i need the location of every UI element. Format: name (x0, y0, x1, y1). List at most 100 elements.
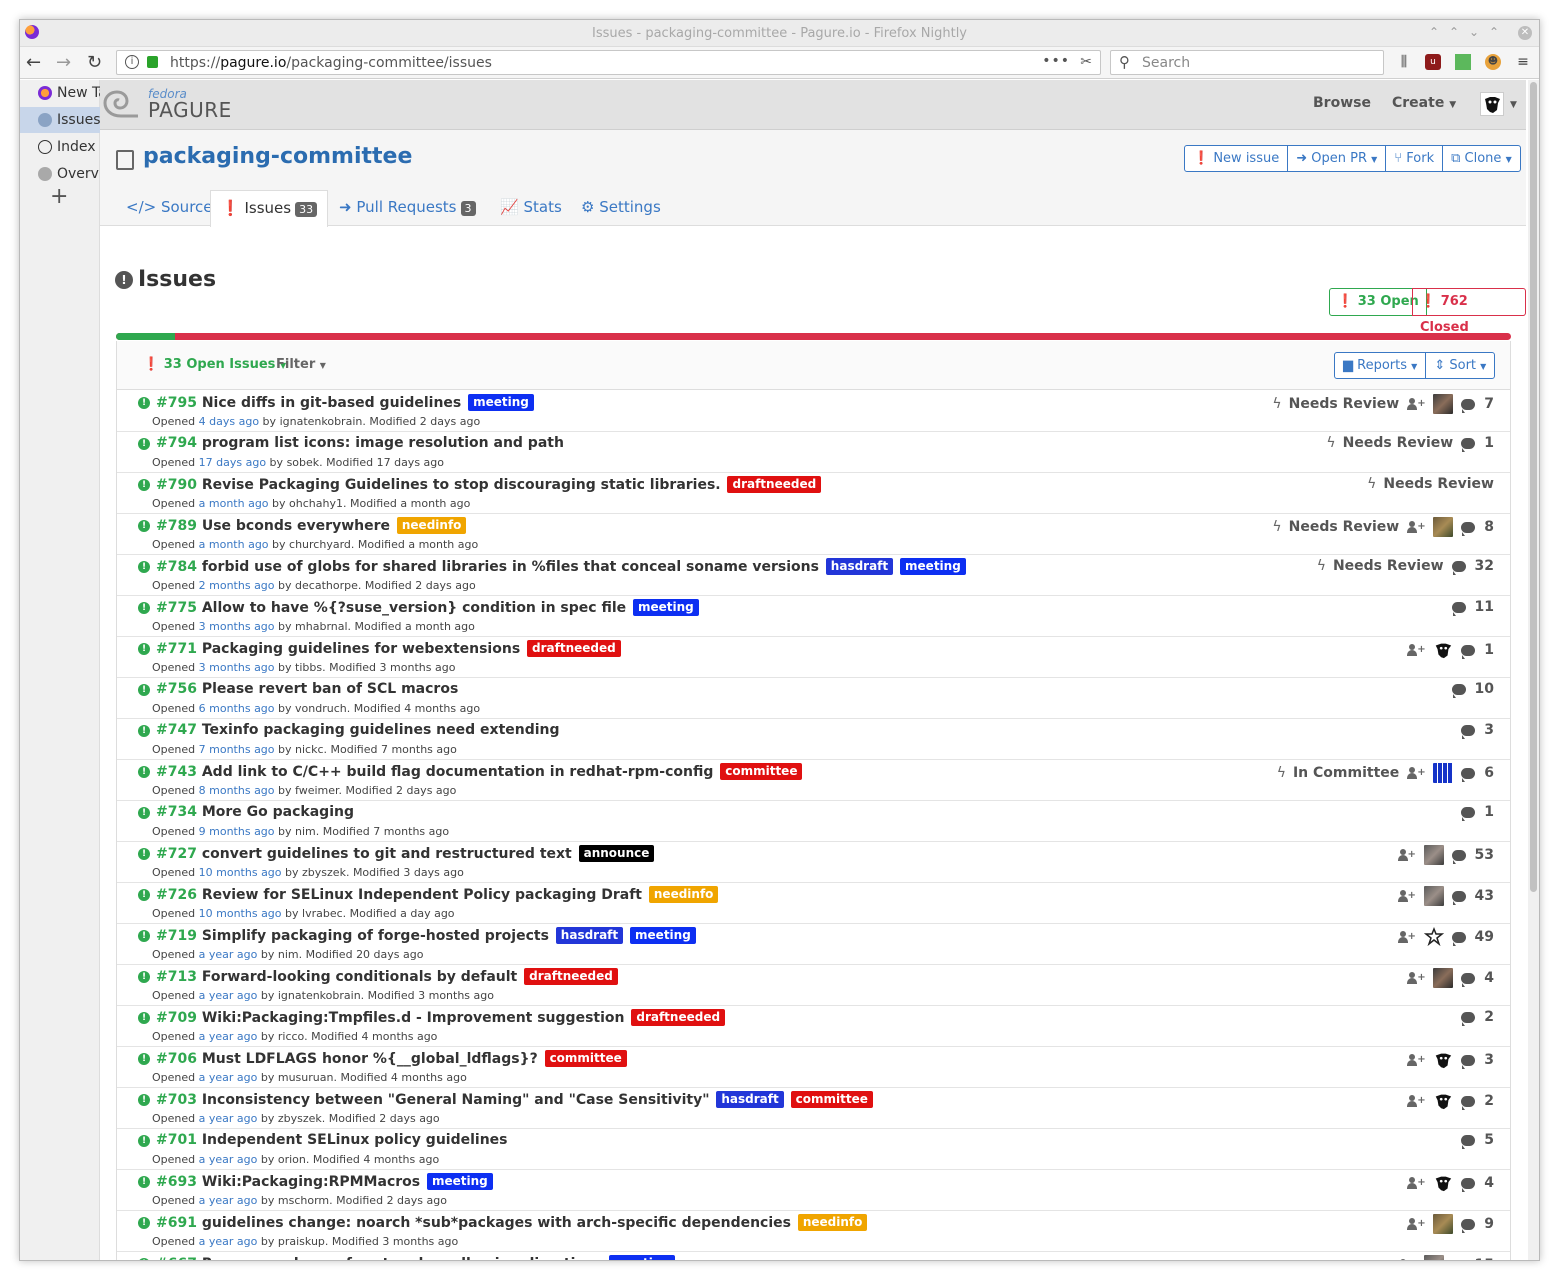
issue-tag[interactable]: draftneeded (524, 968, 618, 985)
back-icon[interactable]: ← (26, 52, 41, 73)
issue-number[interactable]: #771 (156, 641, 197, 657)
filter-dropdown[interactable]: Filter ▼ (276, 357, 326, 372)
tab-pull-requests[interactable]: ➜ Pull Requests 3 (339, 190, 476, 227)
assignee-avatar[interactable] (1433, 1091, 1453, 1111)
user-avatar[interactable] (1480, 92, 1504, 116)
issue-tag[interactable]: hasdraft (555, 927, 624, 944)
assignee-avatar[interactable] (1433, 763, 1454, 783)
assignee-avatar[interactable] (1423, 926, 1444, 947)
issue-title[interactable]: Add link to C/C++ build flag documentati… (202, 764, 714, 780)
issue-number[interactable]: #691 (156, 1215, 197, 1231)
issue-row[interactable]: ! #709 Wiki:Packaging:Tmpfiles.d - Improv… (117, 1006, 1510, 1047)
extension-icon[interactable] (1455, 54, 1471, 70)
repo-name[interactable]: packaging-committee (143, 144, 412, 169)
nav-browse[interactable]: Browse (1313, 95, 1371, 111)
assignee-avatar[interactable] (1433, 640, 1453, 660)
issue-tag[interactable]: meeting (900, 558, 966, 575)
issue-title[interactable]: Nice diffs in git-based guidelines (202, 395, 461, 411)
issue-title[interactable]: Wiki:Packaging:Tmpfiles.d - Improvement … (202, 1010, 625, 1026)
page-scrollbar[interactable] (1528, 80, 1539, 1260)
issue-row[interactable]: ! #706 Must LDFLAGS honor %{__global_ldfl… (117, 1047, 1510, 1088)
opened-ago[interactable]: a year ago (199, 1153, 258, 1166)
issue-tag[interactable]: meeting (426, 1173, 493, 1190)
issue-row[interactable]: ! #743 Add link to C/C++ build flag docum… (117, 760, 1510, 801)
menu-icon[interactable]: ≡ (1515, 54, 1531, 70)
issue-title[interactable]: guidelines change: noarch *sub*packages … (202, 1215, 791, 1231)
forward-icon[interactable]: → (56, 52, 71, 73)
issue-title[interactable]: convert guidelines to git and restructur… (202, 846, 572, 862)
issue-title[interactable]: Review for SELinux Independent Policy pa… (202, 887, 642, 903)
issue-tag[interactable]: hasdraft (716, 1091, 784, 1108)
screenshot-icon[interactable]: ✂ (1080, 54, 1092, 70)
issue-title[interactable]: Use bconds everywhere (202, 518, 390, 534)
lock-icon[interactable] (147, 56, 158, 68)
issue-row[interactable]: ! #693 Wiki:Packaging:RPMMacros meeting Op… (117, 1170, 1510, 1211)
tab-stats[interactable]: 📈 Stats (500, 190, 562, 227)
issue-tag[interactable]: committee (790, 1091, 873, 1108)
issue-tag[interactable]: meeting (609, 1255, 675, 1260)
opened-ago[interactable]: 9 months ago (199, 825, 275, 838)
issue-tag[interactable]: draftneeded (631, 1009, 726, 1026)
info-icon[interactable]: i (125, 55, 139, 69)
opened-ago[interactable]: a year ago (199, 1071, 258, 1084)
issue-title[interactable]: Inconsistency between "General Naming" a… (202, 1092, 710, 1108)
opened-ago[interactable]: 6 months ago (199, 702, 275, 715)
assignee-avatar[interactable] (1423, 845, 1444, 865)
opened-ago[interactable]: 10 months ago (199, 866, 282, 879)
clone-button[interactable]: ⧉ Clone ▼ (1443, 146, 1520, 171)
sidebar-tab-new[interactable]: New Tab (20, 80, 100, 106)
opened-ago[interactable]: 4 days ago (199, 415, 259, 428)
issue-title[interactable]: Simplify packaging of forge-hosted proje… (202, 928, 549, 944)
issue-number[interactable]: #701 (156, 1132, 197, 1148)
open-pr-button[interactable]: ➜ Open PR ▼ (1288, 146, 1387, 171)
issue-number[interactable]: #706 (156, 1051, 197, 1067)
reports-button[interactable]: ▆ Reports ▼ (1335, 353, 1427, 378)
issue-row[interactable]: ! #734 More Go packaging Opened 9 months a… (117, 801, 1510, 842)
close-window-icon[interactable]: ✕ (1518, 26, 1532, 40)
opened-ago[interactable]: 10 months ago (199, 907, 282, 920)
issue-tag[interactable]: hasdraft (825, 558, 894, 575)
issue-tag[interactable]: meeting (468, 394, 534, 411)
issue-row[interactable]: ! #713 Forward-looking conditionals by de… (117, 965, 1510, 1006)
search-box[interactable]: ⚲ Search (1110, 50, 1384, 75)
issue-row[interactable]: ! #703 Inconsistency between "General Nam… (117, 1088, 1510, 1129)
issue-tag[interactable]: committee (720, 763, 803, 780)
issue-tag[interactable]: committee (544, 1050, 627, 1067)
page-actions-icon[interactable]: ••• (1042, 53, 1070, 69)
scrollbar-thumb[interactable] (1530, 82, 1537, 892)
opened-ago[interactable]: 3 months ago (199, 620, 275, 633)
opened-ago[interactable]: 8 months ago (199, 784, 275, 797)
opened-ago[interactable]: a year ago (199, 989, 258, 1002)
issue-number[interactable]: #795 (156, 395, 197, 411)
sidebar-tab-index[interactable]: Index (20, 134, 100, 160)
sidebar-tab-issues[interactable]: Issues (20, 107, 100, 133)
issue-row[interactable]: ! #789 Use bconds everywhere needinfo Open… (117, 514, 1510, 555)
issue-tag[interactable]: needinfo (396, 517, 467, 534)
opened-ago[interactable]: a year ago (199, 1235, 258, 1248)
issue-row[interactable]: ! #784 forbid use of globs for shared lib… (117, 555, 1510, 596)
issue-tag[interactable]: meeting (630, 927, 696, 944)
url-text[interactable]: https://pagure.io/packaging-committee/is… (170, 55, 492, 71)
url-bar[interactable]: i https://pagure.io/packaging-committee/… (116, 50, 1101, 75)
user-menu-caret-icon[interactable]: ▼ (1510, 100, 1517, 110)
issue-tag[interactable]: draftneeded (727, 476, 822, 493)
assignee-avatar[interactable] (1433, 968, 1454, 988)
tab-issues[interactable]: ❗ Issues 33 (210, 190, 329, 227)
issue-number[interactable]: #734 (156, 804, 197, 820)
library-icon[interactable]: ⫼ (1396, 54, 1412, 70)
assignee-avatar[interactable] (1433, 394, 1454, 414)
issue-title[interactable]: Packaging guidelines for webextensions (202, 641, 520, 657)
assignee-avatar[interactable] (1433, 1050, 1453, 1070)
issue-row[interactable]: ! #667 Recommend use of systemd sandboxin… (117, 1252, 1510, 1260)
issue-number[interactable]: #756 (156, 681, 197, 697)
issue-row[interactable]: ! #771 Packaging guidelines for webextens… (117, 637, 1510, 678)
issue-number[interactable]: #775 (156, 600, 197, 616)
issue-row[interactable]: ! #726 Review for SELinux Independent Pol… (117, 883, 1510, 924)
issue-title[interactable]: program list icons: image resolution and… (202, 435, 564, 451)
ublock-icon[interactable]: u (1425, 54, 1441, 70)
window-unshade-icon[interactable]: ⌃ (1449, 25, 1459, 39)
issue-title[interactable]: Independent SELinux policy guidelines (202, 1132, 508, 1148)
new-issue-button[interactable]: ❗ New issue (1185, 146, 1289, 171)
opened-ago[interactable]: 7 months ago (199, 743, 275, 756)
opened-ago[interactable]: a month ago (199, 538, 269, 551)
